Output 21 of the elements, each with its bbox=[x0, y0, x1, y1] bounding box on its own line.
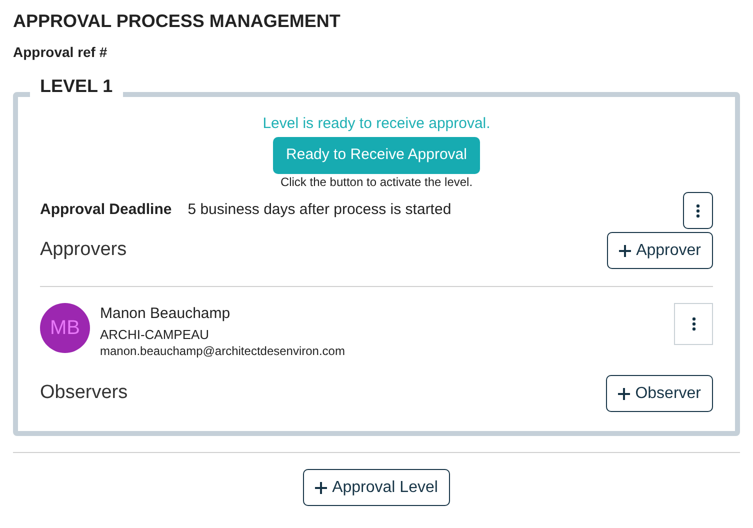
plus-icon bbox=[619, 244, 632, 256]
status-message: Level is ready to receive approval. bbox=[262, 115, 490, 133]
more-button[interactable] bbox=[683, 192, 713, 229]
page-title: APPROVAL PROCESS MANAGEMENT bbox=[13, 10, 342, 32]
approver-company: ARCHI-CAMPEAU bbox=[100, 326, 210, 343]
approver-name: Manon Beauchamp bbox=[100, 305, 232, 323]
plus-icon bbox=[315, 482, 328, 494]
approver-email: manon.beauchamp@architectdesenviron.com bbox=[100, 343, 345, 359]
approval-ref-label: Approval ref # bbox=[13, 43, 108, 61]
vertical-dots-icon bbox=[692, 317, 696, 331]
add-approver-button[interactable]: Approver bbox=[607, 232, 713, 269]
deadline-label: Approval Deadline bbox=[40, 200, 172, 220]
observers-heading: Observers bbox=[40, 381, 128, 406]
approvers-heading: Approvers bbox=[40, 238, 127, 262]
plus-icon bbox=[618, 388, 630, 400]
avatar: MB bbox=[40, 303, 90, 353]
vertical-dots-icon bbox=[696, 204, 700, 218]
add-level-button[interactable]: Approval Level bbox=[303, 469, 450, 506]
deadline-value: 5 business days after process is started bbox=[188, 200, 452, 220]
add-observer-button[interactable]: Observer bbox=[606, 375, 713, 412]
hint-text: Click the button to activate the level. bbox=[280, 175, 473, 190]
